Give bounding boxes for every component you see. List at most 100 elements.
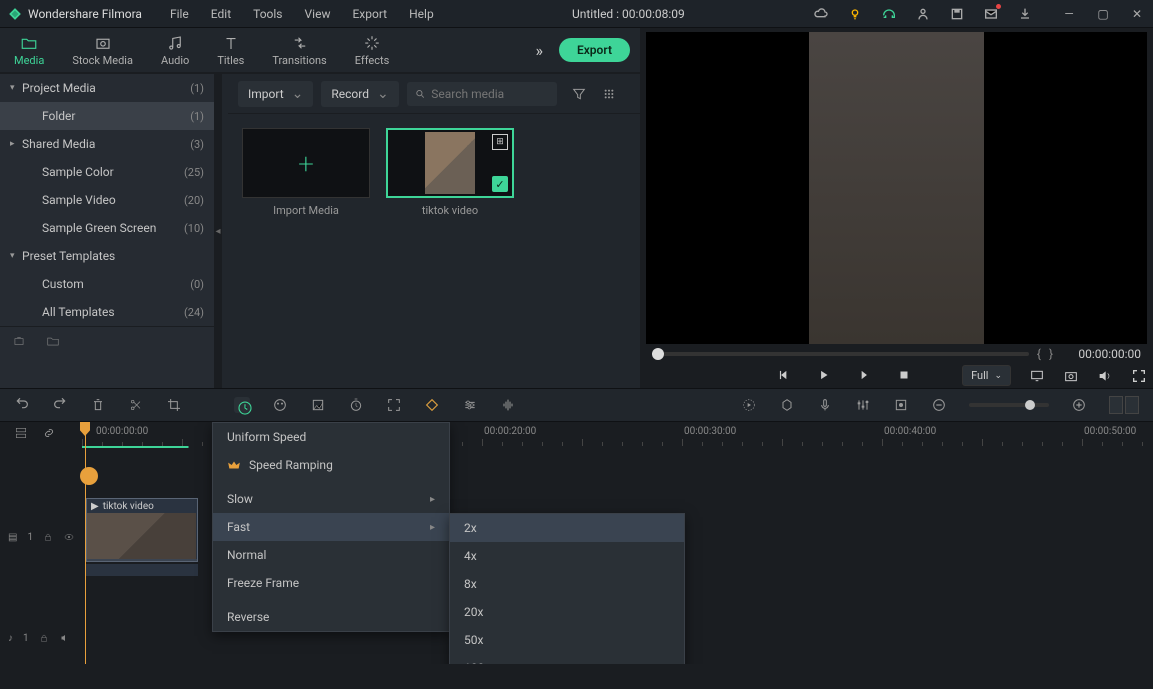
tab-media[interactable]: Media (0, 28, 58, 73)
snapshot-icon[interactable] (1063, 368, 1079, 384)
color-icon[interactable] (272, 397, 288, 413)
timer-icon[interactable] (348, 397, 364, 413)
mixer-icon[interactable] (855, 397, 871, 413)
fit-icon[interactable] (386, 397, 402, 413)
maximize-icon[interactable]: ▢ (1095, 6, 1111, 22)
monitor-icon[interactable] (1029, 368, 1045, 384)
link-icon[interactable] (42, 426, 58, 442)
zoom-slider[interactable] (969, 403, 1049, 407)
ctx-uniform-speed[interactable]: Uniform Speed (213, 423, 449, 451)
import-dropdown[interactable]: Import (238, 81, 313, 107)
cloud-icon[interactable] (813, 6, 829, 22)
aspect-boxes[interactable] (1109, 396, 1139, 414)
audio-adjust-icon[interactable] (500, 397, 516, 413)
voiceover-icon[interactable] (817, 397, 833, 413)
new-folder-icon[interactable] (46, 334, 60, 348)
track-display-icon[interactable] (14, 426, 30, 442)
render-icon[interactable] (741, 397, 757, 413)
delete-icon[interactable] (90, 397, 106, 413)
tab-stock-media[interactable]: Stock Media (58, 28, 147, 73)
close-icon[interactable]: ✕ (1129, 6, 1145, 22)
ctx-fast-2x[interactable]: 2x (450, 514, 684, 542)
sidebar-item-custom[interactable]: Custom(0) (0, 270, 214, 298)
user-icon[interactable] (915, 6, 931, 22)
new-bin-icon[interactable] (12, 334, 26, 348)
lightbulb-icon[interactable] (847, 6, 863, 22)
ctx-fast-8x[interactable]: 8x (450, 570, 684, 598)
filter-icon[interactable] (571, 86, 587, 102)
ctx-fast-50x[interactable]: 50x (450, 626, 684, 654)
ctx-fast-100x[interactable]: 100x (450, 654, 684, 664)
quality-dropdown[interactable]: Full⌄ (962, 365, 1011, 386)
timeline-ruler[interactable]: 00:00:00:00 00:00:20:00 00:00:30:00 00:0… (0, 422, 1153, 446)
headphones-icon[interactable] (881, 6, 897, 22)
undo-icon[interactable] (14, 397, 30, 413)
zoom-out-icon[interactable] (931, 397, 947, 413)
sidebar-item-folder[interactable]: Folder(1) (0, 102, 214, 130)
sidebar-item-shared-media[interactable]: ▸Shared Media(3) (0, 130, 214, 158)
menu-export[interactable]: Export (342, 3, 397, 25)
ctx-slow[interactable]: Slow▸ (213, 485, 449, 513)
tab-audio[interactable]: Audio (147, 28, 203, 73)
step-back-icon[interactable] (777, 368, 793, 384)
ctx-speed-ramping[interactable]: Speed Ramping (213, 451, 449, 479)
tab-transitions[interactable]: Transitions (258, 28, 340, 73)
adjust-icon[interactable] (462, 397, 478, 413)
volume-icon[interactable] (1097, 368, 1113, 384)
tab-effects[interactable]: Effects (341, 28, 404, 73)
audio-lock-icon[interactable] (39, 633, 49, 643)
media-item-tiktok-video[interactable]: ⊞✓tiktok video (386, 128, 514, 217)
timeline[interactable]: 00:00:00:00 00:00:20:00 00:00:30:00 00:0… (0, 422, 1153, 664)
sidebar-item-all-templates[interactable]: All Templates(24) (0, 298, 214, 326)
ctx-fast-20x[interactable]: 20x (450, 598, 684, 626)
lock-icon[interactable] (43, 532, 53, 542)
mark-out-icon[interactable]: } (1049, 347, 1053, 361)
tab-titles[interactable]: Titles (203, 28, 258, 73)
sidebar-item-preset-templates[interactable]: ▾Preset Templates (0, 242, 214, 270)
zoom-in-icon[interactable] (1071, 397, 1087, 413)
keyframe-icon[interactable] (424, 397, 440, 413)
collapse-handle[interactable]: ◂ (214, 74, 222, 388)
sidebar-item-sample-green-screen[interactable]: Sample Green Screen(10) (0, 214, 214, 242)
save-icon[interactable] (949, 6, 965, 22)
menu-view[interactable]: View (295, 3, 341, 25)
crop-icon[interactable] (166, 397, 182, 413)
mark-in-icon[interactable]: { (1037, 347, 1041, 361)
audio-mute-icon[interactable] (59, 632, 71, 644)
menu-help[interactable]: Help (399, 3, 444, 25)
export-button[interactable]: Export (559, 38, 630, 62)
sidebar-item-project-media[interactable]: ▾Project Media(1) (0, 74, 214, 102)
menu-edit[interactable]: Edit (201, 3, 241, 25)
redo-icon[interactable] (52, 397, 68, 413)
preview-scrubber[interactable] (652, 352, 1029, 356)
ctx-reverse[interactable]: Reverse (213, 603, 449, 631)
download-icon[interactable] (1017, 6, 1033, 22)
greenscreen-icon[interactable] (310, 397, 326, 413)
ctx-fast-4x[interactable]: 4x (450, 542, 684, 570)
stop-icon[interactable] (897, 368, 913, 384)
effect-marker[interactable] (80, 467, 98, 485)
ctx-fast[interactable]: Fast▸ 2x 4x 8x 20x 50x 100x (213, 513, 449, 541)
split-icon[interactable] (128, 397, 144, 413)
media-item-import-media[interactable]: +Import Media (242, 128, 370, 217)
ctx-normal[interactable]: Normal (213, 541, 449, 569)
search-input[interactable] (431, 87, 548, 101)
fullscreen-icon[interactable] (1131, 368, 1147, 384)
minimize-icon[interactable]: — (1061, 6, 1077, 22)
play-icon[interactable] (817, 368, 833, 384)
record-dropdown[interactable]: Record (321, 81, 398, 107)
marker-icon[interactable] (779, 397, 795, 413)
speed-icon[interactable] (234, 397, 250, 413)
ctx-freeze-frame[interactable]: Freeze Frame (213, 569, 449, 597)
record-square-icon[interactable] (893, 397, 909, 413)
menu-tools[interactable]: Tools (243, 3, 292, 25)
search-box[interactable] (407, 82, 557, 106)
grid-view-icon[interactable] (601, 86, 617, 102)
menu-file[interactable]: File (160, 3, 199, 25)
timeline-clip[interactable]: ▶ tiktok video (86, 498, 198, 562)
more-tabs-icon[interactable]: » (535, 41, 543, 60)
sidebar-item-sample-color[interactable]: Sample Color(25) (0, 158, 214, 186)
visibility-icon[interactable] (63, 531, 75, 543)
mail-icon[interactable] (983, 6, 999, 22)
sidebar-item-sample-video[interactable]: Sample Video(20) (0, 186, 214, 214)
